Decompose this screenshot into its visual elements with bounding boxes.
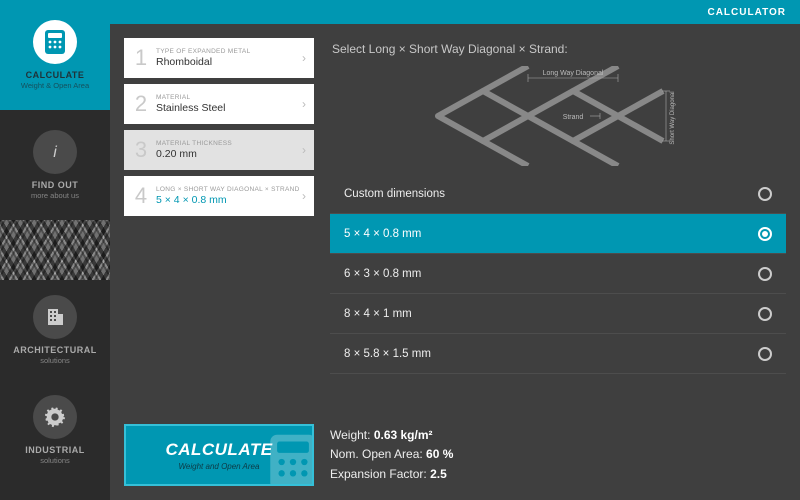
option-label: 6 × 3 × 0.8 mm (344, 268, 421, 280)
step-number: 3 (132, 137, 150, 163)
option-8x4x1[interactable]: 8 × 4 × 1 mm (330, 294, 786, 334)
step-thickness[interactable]: 3 MATERIAL THICKNESS 0.20 mm › (124, 130, 314, 170)
diagram-label-short: Short Way Diagonal (670, 91, 676, 144)
weight-value: 0.63 kg/m² (374, 428, 433, 442)
expansion-value: 2.5 (430, 467, 447, 481)
selection-panel: Select Long × Short Way Diagonal × Stran… (330, 38, 786, 420)
calculate-button-title: CALCULATE (165, 440, 272, 460)
radio-icon (758, 187, 772, 201)
topbar: CALCULATOR (110, 0, 800, 24)
sidebar-item-title: ARCHITECTURAL (13, 345, 97, 355)
openarea-value: 60 % (426, 447, 453, 461)
step-label: LONG × SHORT WAY DIAGONAL × STRAND (156, 186, 302, 193)
step-label: MATERIAL (156, 94, 302, 101)
panel-title: Select Long × Short Way Diagonal × Stran… (332, 42, 786, 56)
step-value: 5 × 4 × 0.8 mm (156, 194, 302, 206)
step-value: Rhomboidal (156, 56, 302, 68)
step-label: MATERIAL THICKNESS (156, 140, 302, 147)
option-8x58x15[interactable]: 8 × 5.8 × 1.5 mm (330, 334, 786, 374)
mesh-diagram: Long Way Diagonal Short Way Diagonal Str… (330, 66, 786, 166)
sidebar-item-sub: Weight & Open Area (21, 81, 89, 90)
step-material[interactable]: 2 MATERIAL Stainless Steel › (124, 84, 314, 124)
chevron-right-icon: › (302, 189, 306, 203)
step-number: 1 (132, 45, 150, 71)
chevron-right-icon: › (302, 143, 306, 157)
radio-icon (758, 267, 772, 281)
page-title: CALCULATOR (707, 7, 786, 18)
option-label: 8 × 4 × 1 mm (344, 308, 412, 320)
option-label: 5 × 4 × 0.8 mm (344, 228, 421, 240)
calculate-button[interactable]: CALCULATE Weight and Open Area (124, 424, 314, 486)
openarea-label: Nom. Open Area: (330, 447, 426, 461)
sidebar-item-title: CALCULATE (26, 70, 85, 80)
calculate-button-sub: Weight and Open Area (179, 462, 260, 471)
info-icon: i (33, 130, 77, 174)
steps-column: 1 TYPE OF EXPANDED METAL Rhomboidal › 2 … (124, 38, 314, 420)
calculator-icon (33, 20, 77, 64)
results: Weight: 0.63 kg/m² Nom. Open Area: 60 % … (330, 426, 453, 484)
footer: CALCULATE Weight and Open Area Weight: 0… (110, 420, 800, 500)
sidebar-item-architectural[interactable]: ARCHITECTURAL solutions (0, 280, 110, 380)
gear-icon (33, 395, 77, 439)
radio-icon (758, 227, 772, 241)
sidebar-item-title: INDUSTRIAL (25, 445, 85, 455)
mesh-decor (0, 220, 110, 280)
radio-icon (758, 307, 772, 321)
step-label: TYPE OF EXPANDED METAL (156, 48, 302, 55)
step-number: 4 (132, 183, 150, 209)
option-5x4x08[interactable]: 5 × 4 × 0.8 mm (330, 214, 786, 254)
sidebar-item-industrial[interactable]: INDUSTRIAL solutions (0, 380, 110, 480)
option-6x3x08[interactable]: 6 × 3 × 0.8 mm (330, 254, 786, 294)
calculator-icon (268, 432, 314, 486)
diagram-label-long: Long Way Diagonal (543, 70, 604, 77)
options-list: Custom dimensions 5 × 4 × 0.8 mm 6 × 3 ×… (330, 174, 786, 374)
sidebar-item-title: FIND OUT (32, 180, 79, 190)
content: 1 TYPE OF EXPANDED METAL Rhomboidal › 2 … (110, 24, 800, 420)
step-value: Stainless Steel (156, 102, 302, 114)
building-icon (33, 295, 77, 339)
step-dimensions[interactable]: 4 LONG × SHORT WAY DIAGONAL × STRAND 5 ×… (124, 176, 314, 216)
diagram-label-strand: Strand (563, 114, 584, 121)
chevron-right-icon: › (302, 97, 306, 111)
expansion-label: Expansion Factor: (330, 467, 430, 481)
main: CALCULATOR 1 TYPE OF EXPANDED METAL Rhom… (110, 0, 800, 500)
chevron-right-icon: › (302, 51, 306, 65)
sidebar: CALCULATE Weight & Open Area i FIND OUT … (0, 0, 110, 500)
option-custom[interactable]: Custom dimensions (330, 174, 786, 214)
option-label: Custom dimensions (344, 188, 445, 200)
sidebar-item-calculate[interactable]: CALCULATE Weight & Open Area (0, 0, 110, 110)
step-value: 0.20 mm (156, 148, 302, 160)
sidebar-item-findout[interactable]: i FIND OUT more about us (0, 110, 110, 220)
app-root: CALCULATE Weight & Open Area i FIND OUT … (0, 0, 800, 500)
sidebar-item-sub: solutions (40, 456, 70, 465)
sidebar-item-sub: more about us (31, 191, 79, 200)
weight-label: Weight: (330, 428, 374, 442)
option-label: 8 × 5.8 × 1.5 mm (344, 348, 431, 360)
radio-icon (758, 347, 772, 361)
step-type[interactable]: 1 TYPE OF EXPANDED METAL Rhomboidal › (124, 38, 314, 78)
sidebar-item-sub: solutions (40, 356, 70, 365)
step-number: 2 (132, 91, 150, 117)
svg-text:i: i (53, 144, 57, 161)
